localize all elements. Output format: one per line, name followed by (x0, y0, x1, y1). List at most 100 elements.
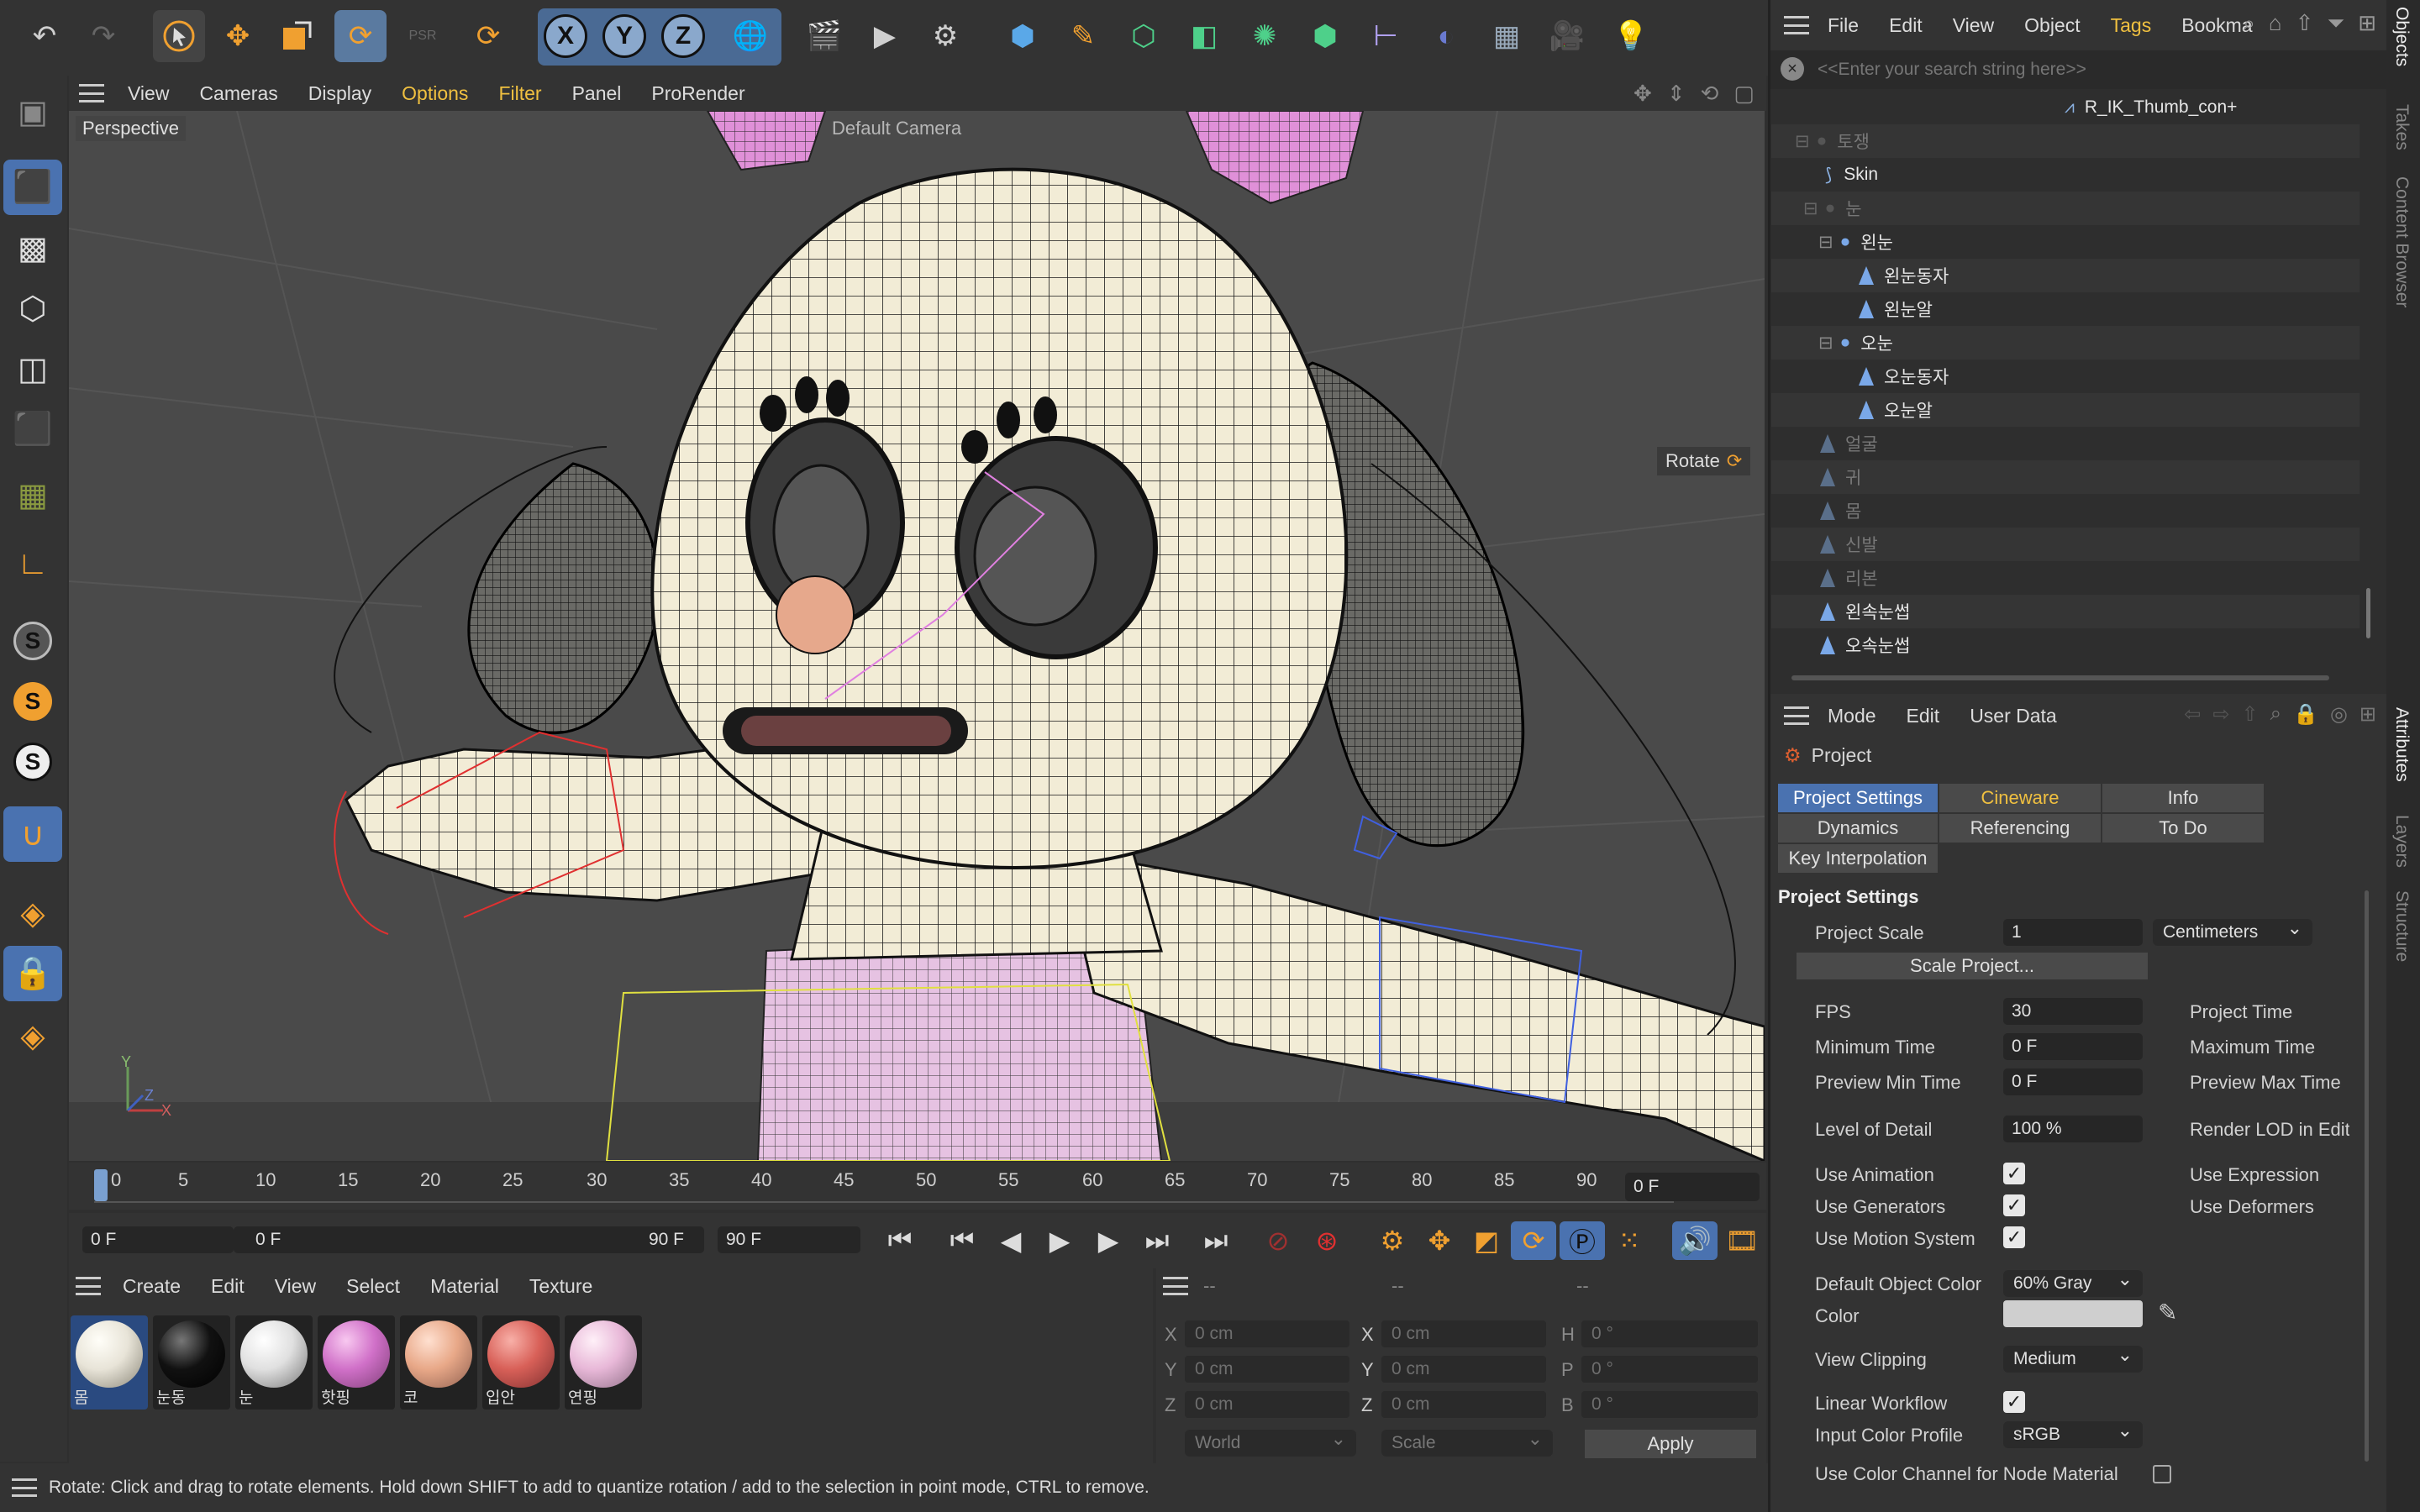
key-pla-icon[interactable]: ⁙ (1607, 1221, 1652, 1260)
project-scale-unit-dropdown[interactable]: Centimeters (2153, 917, 2312, 946)
move-icon[interactable]: ✥ (212, 10, 264, 62)
end-frame-field[interactable]: 90 F (718, 1226, 860, 1253)
default-color-dropdown[interactable]: 60% Gray (2003, 1268, 2143, 1297)
rotate-icon[interactable]: ⟳ (334, 10, 387, 62)
up-arrow-icon[interactable]: ⇧ (2241, 702, 2258, 727)
menu-filter[interactable]: Filter (483, 82, 556, 105)
record-icon[interactable]: ⊘ (1255, 1221, 1301, 1260)
snap-s2-icon[interactable]: S (3, 674, 62, 729)
key-param-icon[interactable]: Ⓟ (1560, 1221, 1605, 1260)
project-scale-field[interactable]: 1 (2003, 919, 2143, 946)
cube-icon[interactable]: ⬢ (997, 10, 1049, 62)
tab-objects[interactable]: Objects (2391, 7, 2412, 66)
object-row[interactable]: 리본 (1771, 561, 2360, 595)
attr-menu-userdata[interactable]: User Data (1954, 705, 2072, 727)
perspective-label[interactable]: Perspective (76, 116, 186, 141)
material-swatch[interactable]: 핫핑 (318, 1315, 395, 1410)
search-input[interactable] (1818, 54, 2372, 86)
tab-takes[interactable]: Takes (2391, 104, 2412, 150)
back-icon[interactable]: ⇦ (2184, 702, 2201, 727)
tab-info[interactable]: Info (2102, 784, 2264, 812)
redo-icon[interactable]: ↷ (77, 10, 129, 62)
color-swatch[interactable] (2003, 1300, 2143, 1327)
min-time-field[interactable]: 0 F (2003, 1033, 2143, 1060)
play-icon[interactable]: ▶ (1037, 1221, 1082, 1260)
tab-cineware[interactable]: Cineware (1939, 784, 2101, 812)
viewport[interactable]: Perspective Default Camera Rotate ⟳ Y Z … (69, 111, 1765, 1161)
size-y-field[interactable]: 0 cm (1381, 1356, 1546, 1383)
object-menu-icon[interactable] (1784, 16, 1809, 34)
start-frame-field[interactable]: 0 F (82, 1226, 234, 1253)
fps-field[interactable]: 30 (2003, 998, 2143, 1025)
object-row[interactable]: ⊟ ● 오눈 (1771, 326, 2360, 360)
mat-menu-view[interactable]: View (260, 1275, 331, 1298)
edges-icon[interactable]: ◫ (3, 341, 62, 396)
size-z-field[interactable]: 0 cm (1381, 1391, 1546, 1418)
pos-y-field[interactable]: 0 cm (1185, 1356, 1349, 1383)
status-menu-icon[interactable] (12, 1478, 37, 1497)
object-row[interactable]: 오눈알 (1771, 393, 2360, 427)
snap-s-icon[interactable]: S (3, 613, 62, 669)
rot-p-field[interactable]: 0 ° (1581, 1356, 1758, 1383)
scale-project-button[interactable]: Scale Project... (1797, 953, 2148, 979)
render-view-icon[interactable]: 🎬 (798, 10, 850, 62)
view-clipping-label[interactable]: View Clipping (1815, 1349, 1927, 1371)
extrude-icon[interactable]: ◧ (1178, 10, 1230, 62)
go-end-icon[interactable]: ⏭ (1193, 1221, 1239, 1260)
tab-structure[interactable]: Structure (2391, 890, 2412, 962)
select-icon[interactable] (153, 10, 205, 62)
mat-menu-select[interactable]: Select (331, 1275, 415, 1298)
dolly-icon[interactable]: ⇕ (1667, 81, 1686, 107)
new-window-icon[interactable]: ⊞ (2358, 10, 2376, 37)
object-row[interactable]: ⊟ ● 눈 (1771, 192, 2360, 225)
camera-icon[interactable]: 🎥 (1541, 10, 1593, 62)
menu-display[interactable]: Display (293, 82, 387, 105)
subdivision-icon[interactable]: ⬡ (1118, 10, 1170, 62)
view-icon[interactable]: ▣ (3, 84, 62, 139)
obj-menu-file[interactable]: File (1812, 14, 1874, 37)
menu-cameras[interactable]: Cameras (184, 82, 292, 105)
deformer-icon[interactable]: ⊢ (1360, 10, 1412, 62)
eyedropper-icon[interactable]: ✎ (2158, 1299, 2177, 1326)
attr-vscroll[interactable] (2365, 890, 2369, 1462)
use-generators-checkbox[interactable]: ✓ (2003, 1194, 2025, 1216)
key-scale-icon[interactable]: ◩ (1464, 1221, 1509, 1260)
next-frame-icon[interactable]: ▶ (1086, 1221, 1131, 1260)
tab-content-browser[interactable]: Content Browser (2391, 176, 2412, 307)
snap-s3-icon[interactable]: S (3, 734, 62, 790)
scale-icon[interactable] (271, 10, 323, 62)
attr-menu-mode[interactable]: Mode (1812, 705, 1891, 727)
object-row[interactable]: 왼눈알 (1771, 292, 2360, 326)
expand-icon[interactable]: ⊟ (1818, 333, 1833, 354)
tab-project-settings[interactable]: Project Settings (1778, 784, 1938, 812)
workplane-icon[interactable]: ◈ (3, 885, 62, 941)
object-row[interactable]: ⊟ ● 왼눈 (1771, 225, 2360, 259)
z-axis-icon[interactable]: Z (657, 10, 709, 62)
expand-icon[interactable]: ⊟ (1803, 198, 1818, 219)
array-icon[interactable]: ⬢ (1299, 10, 1351, 62)
object-row[interactable]: 몸 (1771, 494, 2360, 528)
field-icon[interactable]: ◐ (1420, 10, 1472, 62)
input-profile-label[interactable]: Input Color Profile (1815, 1425, 1963, 1446)
coord-menu-icon[interactable] (1163, 1277, 1188, 1295)
pen-icon[interactable]: ✎ (1057, 10, 1109, 62)
attr-new-window-icon[interactable]: ⊞ (2360, 702, 2376, 727)
home-icon[interactable]: ⌂ (2269, 10, 2282, 37)
uv-icon[interactable]: ▦ (3, 467, 62, 522)
autokey-icon[interactable]: ⊛ (1304, 1221, 1349, 1260)
object-row[interactable]: 오속눈썹 (1771, 628, 2360, 662)
maximize-icon[interactable]: ▢ (1733, 81, 1754, 107)
mat-menu-material[interactable]: Material (415, 1275, 514, 1298)
filter-icon[interactable]: ⏷ (2327, 10, 2344, 37)
pan-icon[interactable]: ✥ (1634, 81, 1652, 107)
light-icon[interactable]: 💡 (1605, 10, 1657, 62)
material-swatch[interactable]: 코 (400, 1315, 477, 1410)
floor-icon[interactable]: ▦ (1481, 10, 1533, 62)
camera-label[interactable]: Default Camera (832, 118, 961, 139)
expand-icon[interactable]: ⊟ (1818, 232, 1833, 253)
playhead[interactable] (94, 1169, 108, 1201)
animate-grid-icon[interactable]: ◈ (3, 1008, 62, 1063)
material-swatch[interactable]: 몸 (71, 1315, 148, 1410)
mat-menu-texture[interactable]: Texture (514, 1275, 608, 1298)
polygons-icon[interactable]: ⬛ (3, 402, 62, 457)
